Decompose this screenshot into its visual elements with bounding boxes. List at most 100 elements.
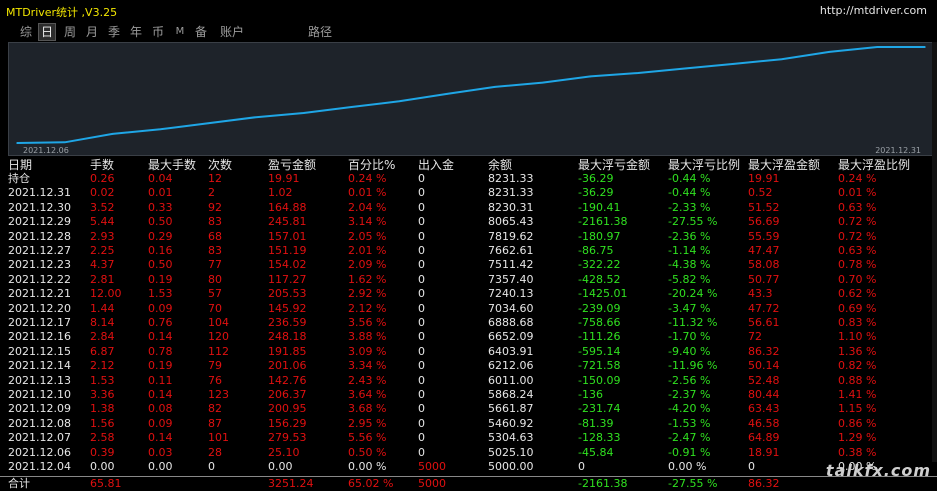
cell-max-floating-profit-pct: 1.10 % bbox=[838, 330, 877, 344]
title-bar: MTDriver统计 ,V3.25 http://mtdriver.com bbox=[0, 0, 937, 22]
cell-max-drawdown: -190.41 bbox=[578, 200, 621, 214]
cell-date: 2021.12.13 bbox=[8, 373, 71, 387]
cell-inout: 0 bbox=[418, 200, 425, 214]
table-row[interactable]: 2021.12.15 6.87 0.78 112 191.85 3.09 % 0 6403.9… bbox=[0, 345, 937, 359]
cell-pct: 0.24 % bbox=[348, 172, 387, 185]
cell-max-drawdown-pct: -11.32 % bbox=[668, 316, 718, 329]
cell-max-drawdown: -595.14 bbox=[578, 344, 621, 358]
cell-inout: 0 bbox=[418, 359, 425, 373]
cell-max-lots: 0.01 bbox=[148, 186, 173, 200]
cell-pnl: 245.81 bbox=[268, 215, 307, 229]
header-max-floating-profit[interactable]: 最大浮盈金额 bbox=[748, 158, 820, 172]
table-row[interactable]: 2021.12.28 2.93 0.29 68 157.01 2.05 % 0 7819.62… bbox=[0, 230, 937, 244]
website-link[interactable]: http://mtdriver.com bbox=[820, 4, 927, 17]
cell-date: 2021.12.14 bbox=[8, 359, 71, 373]
table-row[interactable]: 2021.12.22 2.81 0.19 80 117.27 1.62 % 0 7357.40… bbox=[0, 273, 937, 287]
table-row[interactable]: 2021.12.09 1.38 0.08 82 200.95 3.68 % 0 5661.87… bbox=[0, 402, 937, 416]
header-max-lots[interactable]: 最大手数 bbox=[148, 158, 196, 172]
table-row[interactable]: 2021.12.13 1.53 0.11 76 142.76 2.43 % 0 6011.00… bbox=[0, 374, 937, 388]
table-row[interactable]: 2021.12.08 1.56 0.09 87 156.29 2.95 % 0 5460.92… bbox=[0, 417, 937, 431]
equity-point bbox=[446, 93, 448, 95]
equity-point bbox=[16, 142, 18, 144]
table-row[interactable]: 2021.12.07 2.58 0.14 101 279.53 5.56 % 0 5304.6… bbox=[0, 431, 937, 445]
cell-date: 2021.12.20 bbox=[8, 301, 71, 315]
cell-pnl: 164.88 bbox=[268, 200, 307, 214]
tab-4[interactable]: 季 bbox=[106, 24, 122, 40]
cell-inout: 0 bbox=[418, 244, 425, 257]
tab-6[interactable]: 币 bbox=[150, 24, 166, 40]
header-pnl[interactable]: 盈亏金额 bbox=[268, 158, 316, 172]
table-row[interactable]: 2021.12.10 3.36 0.14 123 206.37 3.64 % 0 5868.2… bbox=[0, 388, 937, 402]
header-max-drawdown[interactable]: 最大浮亏金额 bbox=[578, 158, 650, 172]
cell-lots: 2.93 bbox=[90, 229, 115, 243]
cell-max-floating-profit: 80.44 bbox=[748, 388, 780, 401]
vertical-scrollbar[interactable] bbox=[932, 42, 937, 462]
table-row[interactable]: 2021.12.14 2.12 0.19 79 201.06 3.34 % 0 6212.06… bbox=[0, 359, 937, 373]
cell-balance: 7511.42 bbox=[488, 258, 534, 272]
equity-point bbox=[63, 141, 66, 144]
cell-pct: 2.12 % bbox=[348, 301, 387, 315]
header-date[interactable]: 日期 bbox=[8, 158, 32, 172]
cell-inout: 0 bbox=[418, 287, 425, 301]
header-lots[interactable]: 手数 bbox=[90, 158, 114, 172]
total-max-floating-profit: 86.32 bbox=[748, 477, 780, 491]
cell-date: 2021.12.07 bbox=[8, 431, 71, 445]
cell-date: 2021.12.17 bbox=[8, 316, 71, 329]
cell-max-floating-profit: 46.58 bbox=[748, 416, 780, 430]
cell-max-floating-profit: 55.59 bbox=[748, 229, 780, 243]
cell-pnl: 145.92 bbox=[268, 301, 307, 315]
cell-max-lots: 0.09 bbox=[148, 301, 173, 315]
cell-inout: 0 bbox=[418, 258, 425, 272]
table-row[interactable]: 2021.12.23 4.37 0.50 77 154.02 2.09 % 0 7511.42… bbox=[0, 258, 937, 272]
header-max-floating-profit-pct[interactable]: 最大浮盈比例 bbox=[838, 158, 910, 172]
table-row[interactable]: 2021.12.27 2.25 0.16 83 151.19 2.01 % 0 7662.61… bbox=[0, 244, 937, 258]
cell-lots: 0.39 bbox=[90, 445, 115, 459]
position-row[interactable]: 持仓 0.26 0.04 12 19.91 0.24 % 0 8231.33 -36.29 -0.… bbox=[0, 172, 937, 186]
table-row[interactable]: 2021.12.04 0.00 0.00 0 0.00 0.00 % 5000 5000.00… bbox=[0, 460, 937, 474]
table-row[interactable]: 2021.12.16 2.84 0.14 120 248.18 3.88 % 0 6652.0… bbox=[0, 330, 937, 344]
cell-max-drawdown-pct: -2.36 % bbox=[668, 229, 711, 243]
table-row[interactable]: 2021.12.29 5.44 0.50 83 245.81 3.14 % 0 8065.43… bbox=[0, 215, 937, 229]
cell-max-drawdown-pct: -20.24 % bbox=[668, 287, 718, 301]
table-row[interactable]: 2021.12.17 8.14 0.76 104 236.59 3.56 % 0 6888.6… bbox=[0, 316, 937, 330]
header-inout[interactable]: 出入金 bbox=[418, 158, 454, 172]
tab-8[interactable]: 备 bbox=[193, 24, 209, 40]
header-max-drawdown-pct[interactable]: 最大浮亏比例 bbox=[668, 158, 740, 172]
table-row[interactable]: 2021.12.06 0.39 0.03 28 25.10 0.50 % 0 5025.10 -… bbox=[0, 446, 937, 460]
cell-count: 83 bbox=[208, 244, 222, 257]
cell-pct: 2.43 % bbox=[348, 373, 387, 387]
equity-point bbox=[780, 58, 783, 61]
tab-5[interactable]: 年 bbox=[128, 24, 144, 40]
cell-max-drawdown-pct: -0.91 % bbox=[668, 445, 711, 459]
cell-balance: 5661.87 bbox=[488, 402, 534, 416]
tab-10[interactable]: 路径 bbox=[305, 24, 335, 40]
table-row[interactable]: 2021.12.21 12.00 1.53 57 205.53 2.92 % 0 7240.1… bbox=[0, 287, 937, 301]
cell-balance: 5868.24 bbox=[488, 388, 534, 401]
cell-count: 77 bbox=[208, 258, 222, 272]
cell-max-drawdown: -86.75 bbox=[578, 244, 614, 257]
tab-7[interactable]: M bbox=[174, 24, 186, 40]
cell-balance: 8231.33 bbox=[488, 172, 534, 185]
cell-max-drawdown: -111.26 bbox=[578, 330, 621, 344]
cell-max-floating-profit: 0 bbox=[748, 460, 755, 473]
table-row[interactable]: 2021.12.20 1.44 0.09 70 145.92 2.12 % 0 7034.60… bbox=[0, 302, 937, 316]
header-pct[interactable]: 百分比% bbox=[348, 158, 395, 172]
cell-max-floating-profit-pct: 0.82 % bbox=[838, 359, 877, 373]
cell-balance: 7819.62 bbox=[488, 229, 534, 243]
tab-1[interactable]: 日 bbox=[38, 23, 56, 41]
header-balance[interactable]: 余额 bbox=[488, 158, 512, 172]
tab-2[interactable]: 周 bbox=[62, 24, 78, 40]
header-count[interactable]: 次数 bbox=[208, 158, 232, 172]
equity-point bbox=[494, 86, 496, 88]
cell-max-floating-profit: 18.91 bbox=[748, 445, 780, 459]
cell-inout: 0 bbox=[418, 402, 425, 416]
tab-3[interactable]: 月 bbox=[84, 24, 100, 40]
tab-0[interactable]: 综 bbox=[18, 24, 34, 40]
cell-pct: 3.88 % bbox=[348, 330, 387, 344]
table-row[interactable]: 2021.12.30 3.52 0.33 92 164.88 2.04 % 0 8230.31… bbox=[0, 201, 937, 215]
cell-pnl: 156.29 bbox=[268, 416, 307, 430]
tab-9[interactable]: 账户 bbox=[217, 24, 247, 40]
cell-max-lots: 0.33 bbox=[148, 200, 173, 214]
cell-max-floating-profit: 0.52 bbox=[748, 186, 773, 200]
table-row[interactable]: 2021.12.31 0.02 0.01 2 1.02 0.01 % 0 8231.33 -36… bbox=[0, 186, 937, 200]
